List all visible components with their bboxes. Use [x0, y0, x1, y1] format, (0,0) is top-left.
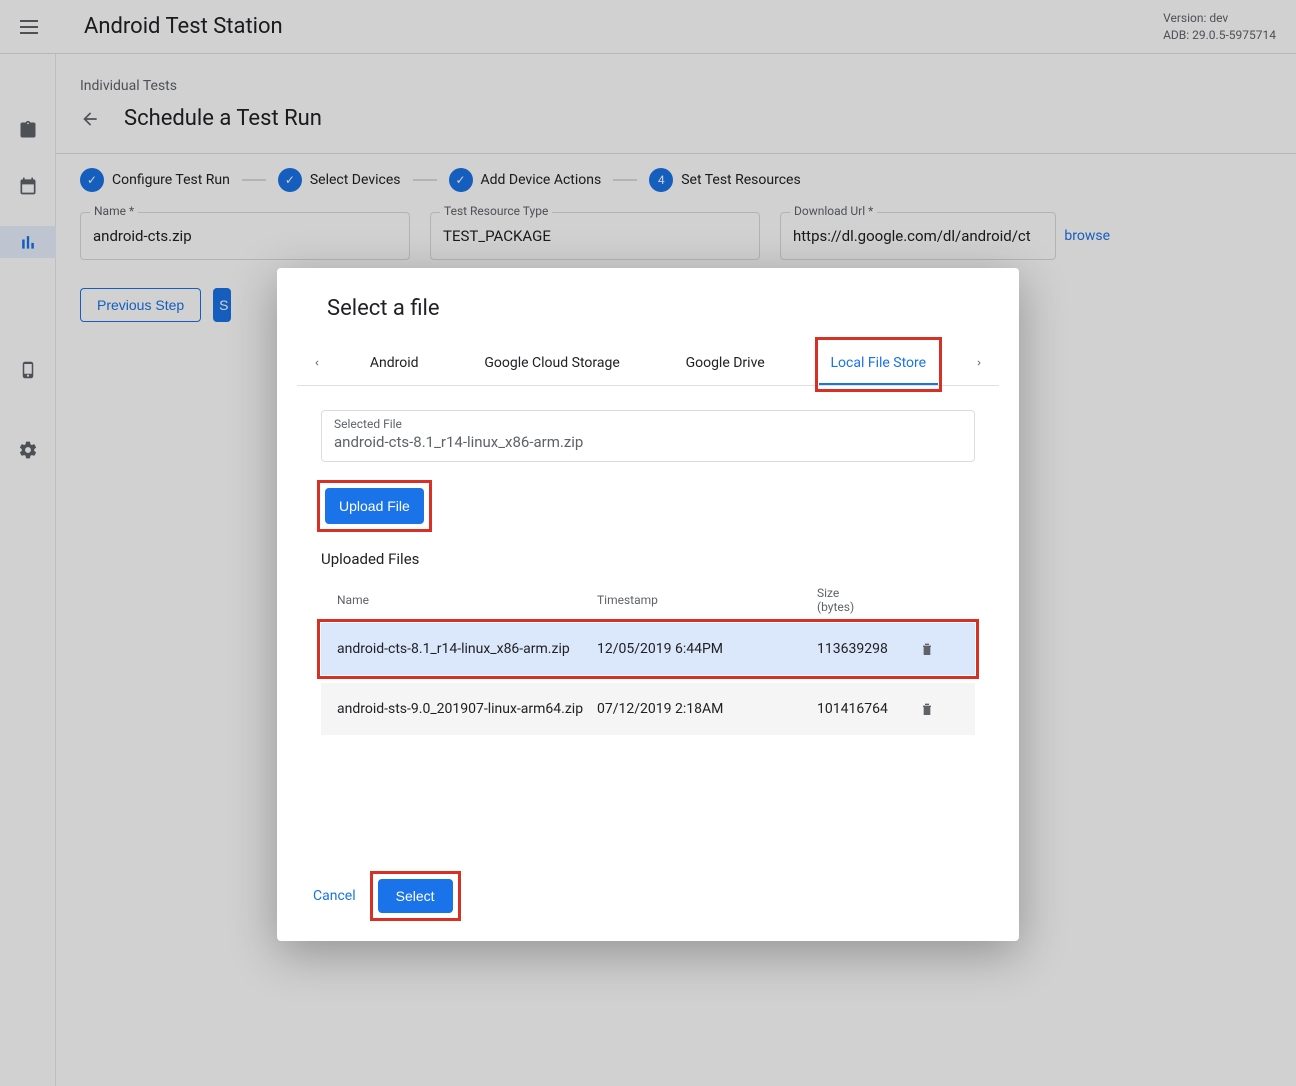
tab-scroll-left[interactable] [297, 346, 337, 380]
selected-file-field[interactable]: Selected File android-cts-8.1_r14-linux_… [321, 410, 975, 462]
delete-icon[interactable] [907, 641, 947, 657]
file-row[interactable]: android-cts-8.1_r14-linux_x86-arm.zip 12… [321, 623, 975, 675]
dialog-title: Select a file [297, 296, 999, 321]
tab-drive[interactable]: Google Drive [674, 341, 777, 385]
file-timestamp: 07/12/2019 2:18AM [597, 701, 817, 717]
file-size: 101416764 [817, 701, 907, 717]
selected-file-label: Selected File [334, 417, 962, 431]
select-button[interactable]: Select [378, 879, 453, 913]
tab-scroll-right[interactable] [959, 346, 999, 380]
modal-overlay: Select a file Android Google Cloud Stora… [0, 0, 1296, 1086]
tab-android[interactable]: Android [358, 341, 431, 385]
tab-local-file-store[interactable]: Local File Store [819, 341, 939, 385]
file-row[interactable]: android-sts-9.0_201907-linux-arm64.zip 0… [321, 683, 975, 735]
upload-file-button[interactable]: Upload File [325, 488, 424, 524]
cancel-button[interactable]: Cancel [313, 888, 356, 904]
uploaded-files-heading: Uploaded Files [321, 550, 999, 568]
col-size: Size(bytes) [817, 586, 907, 615]
file-size: 113639298 [817, 641, 907, 657]
delete-icon[interactable] [907, 701, 947, 717]
selected-file-value: android-cts-8.1_r14-linux_x86-arm.zip [334, 433, 962, 451]
col-timestamp: Timestamp [597, 593, 817, 607]
file-timestamp: 12/05/2019 6:44PM [597, 641, 817, 657]
col-name: Name [337, 593, 597, 607]
select-file-dialog: Select a file Android Google Cloud Stora… [277, 268, 1019, 941]
tab-gcs[interactable]: Google Cloud Storage [472, 341, 631, 385]
uploaded-files-table: Name Timestamp Size(bytes) android-cts-8… [321, 578, 975, 735]
file-name: android-cts-8.1_r14-linux_x86-arm.zip [337, 641, 597, 657]
file-name: android-sts-9.0_201907-linux-arm64.zip [337, 701, 597, 717]
